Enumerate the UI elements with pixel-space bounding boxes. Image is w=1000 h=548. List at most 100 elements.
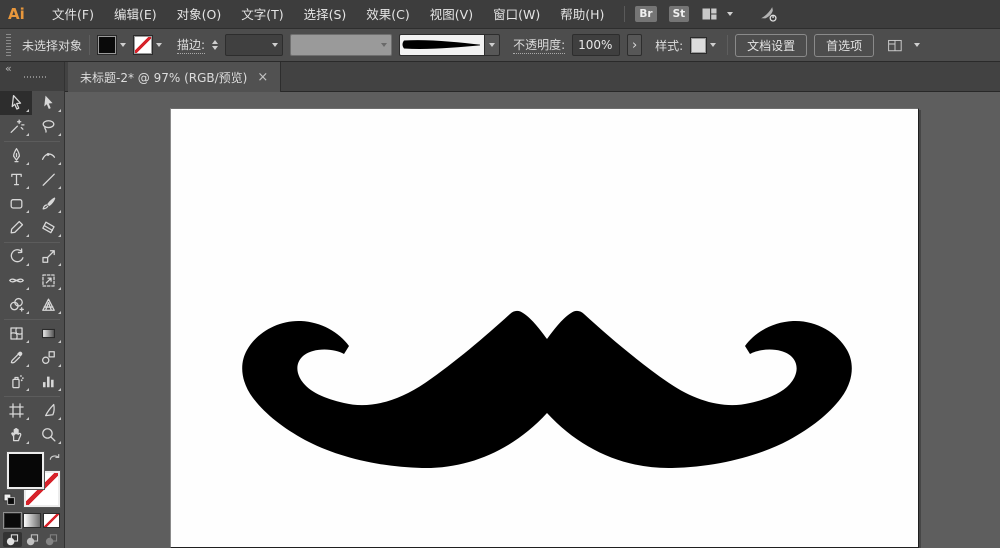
tool-rectangle[interactable]	[0, 192, 32, 216]
tool-column-graph[interactable]	[32, 370, 64, 394]
fill-color-dropdown[interactable]	[97, 35, 126, 55]
mustache-left-half[interactable]	[242, 311, 547, 468]
menu-item-4[interactable]: 选择(S)	[294, 0, 357, 29]
menu-item-5[interactable]: 效果(C)	[356, 0, 419, 29]
eraser-icon	[40, 219, 57, 236]
document-workspace: 未标题-2* @ 97% (RGB/预览) ×	[65, 62, 1000, 548]
stroke-weight-stepper[interactable]	[212, 40, 218, 50]
control-bar: 未选择对象 描边: 不透明度: › 样式: 文档设置 首选项	[0, 29, 1000, 62]
preferences-button[interactable]: 首选项	[814, 34, 874, 57]
canvas-pasteboard[interactable]	[65, 92, 1000, 548]
style-swatch[interactable]	[690, 37, 707, 54]
tool-shape-builder[interactable]	[0, 293, 32, 317]
tool-zoom[interactable]	[32, 423, 64, 447]
zoom-icon	[40, 426, 57, 443]
document-tab-title: 未标题-2* @ 97% (RGB/预览)	[80, 69, 247, 86]
curvature-icon	[40, 147, 57, 164]
draw-normal-button[interactable]	[3, 532, 22, 547]
brush-preview[interactable]	[399, 34, 485, 56]
color-button[interactable]	[4, 513, 21, 528]
tool-pen[interactable]	[0, 144, 32, 168]
tool-eyedropper[interactable]	[0, 346, 32, 370]
tool-curvature[interactable]	[32, 144, 64, 168]
tool-direct-selection[interactable]	[32, 91, 64, 115]
fill-color-indicator[interactable]	[7, 452, 44, 489]
arrange-documents-chevron-down-icon[interactable]	[914, 43, 920, 47]
default-fill-stroke-icon[interactable]	[3, 493, 16, 509]
stroke-weight-dropdown[interactable]	[225, 34, 283, 56]
menu-item-2[interactable]: 对象(O)	[167, 0, 232, 29]
menu-list: 文件(F)编辑(E)对象(O)文字(T)选择(S)效果(C)视图(V)窗口(W)…	[42, 0, 614, 29]
tool-hand[interactable]	[0, 423, 32, 447]
stroke-chevron-down-icon[interactable]	[156, 43, 162, 47]
control-bar-grip[interactable]	[6, 34, 11, 56]
fill-swatch[interactable]	[97, 35, 117, 55]
artboard[interactable]	[170, 108, 919, 548]
tool-gradient[interactable]	[32, 322, 64, 346]
stroke-color-dropdown[interactable]	[133, 35, 162, 55]
scale-icon	[40, 248, 57, 265]
perspective-grid-icon	[40, 296, 57, 313]
brush-definition-dropdown[interactable]	[399, 34, 500, 56]
arrange-documents-icon[interactable]	[887, 38, 903, 53]
draw-behind-button[interactable]	[23, 532, 42, 547]
tool-free-transform[interactable]	[32, 269, 64, 293]
collapse-panel-button[interactable]: «	[5, 62, 12, 75]
stroke-weight-label[interactable]: 描边:	[177, 36, 205, 54]
tool-scale[interactable]	[32, 245, 64, 269]
style-chevron-down-icon[interactable]	[710, 43, 716, 47]
bridge-button[interactable]: Br	[635, 6, 656, 22]
tool-shaper[interactable]	[0, 216, 32, 240]
tool-magic-wand[interactable]	[0, 115, 32, 139]
tool-perspective-grid[interactable]	[32, 293, 64, 317]
menu-bar: Ai 文件(F)编辑(E)对象(O)文字(T)选择(S)效果(C)视图(V)窗口…	[0, 0, 1000, 29]
brush-chevron-button[interactable]	[485, 34, 500, 56]
symbol-sprayer-icon	[8, 373, 25, 390]
mustache-artwork[interactable]	[227, 306, 867, 476]
tool-type[interactable]	[0, 168, 32, 192]
close-tab-icon[interactable]: ×	[257, 70, 268, 85]
mustache-right-half[interactable]	[547, 311, 852, 468]
workspace-switcher-icon[interactable]	[701, 6, 718, 22]
tool-selection[interactable]	[0, 91, 32, 115]
tools-panel: «	[0, 62, 65, 548]
none-button[interactable]	[43, 513, 60, 528]
tool-rotate[interactable]	[0, 245, 32, 269]
tools-panel-grip[interactable]	[24, 76, 46, 78]
tool-symbol-sprayer[interactable]	[0, 370, 32, 394]
illustrator-window: Ai 文件(F)编辑(E)对象(O)文字(T)选择(S)效果(C)视图(V)窗口…	[0, 0, 1000, 548]
document-tab[interactable]: 未标题-2* @ 97% (RGB/预览) ×	[68, 62, 281, 92]
tool-lasso[interactable]	[32, 115, 64, 139]
opacity-input[interactable]	[572, 34, 620, 56]
stock-button[interactable]: St	[669, 6, 690, 22]
fill-chevron-down-icon[interactable]	[120, 43, 126, 47]
stroke-swatch[interactable]	[133, 35, 153, 55]
tool-line-segment[interactable]	[32, 168, 64, 192]
menu-item-1[interactable]: 编辑(E)	[104, 0, 167, 29]
menu-item-8[interactable]: 帮助(H)	[550, 0, 614, 29]
tool-width[interactable]	[0, 269, 32, 293]
draw-inside-button[interactable]	[42, 532, 61, 547]
workspace-chevron-down-icon[interactable]	[727, 12, 733, 16]
stroke-weight-chevron-down-icon[interactable]	[272, 43, 278, 47]
tool-paintbrush[interactable]	[32, 192, 64, 216]
paintbrush-icon	[40, 195, 57, 212]
menu-item-6[interactable]: 视图(V)	[420, 0, 483, 29]
selection-icon	[8, 94, 25, 111]
menu-item-3[interactable]: 文字(T)	[231, 0, 293, 29]
menu-item-0[interactable]: 文件(F)	[42, 0, 104, 29]
swap-fill-stroke-icon[interactable]	[48, 451, 61, 466]
tool-mesh[interactable]	[0, 322, 32, 346]
gpu-performance-icon[interactable]	[759, 5, 778, 23]
gradient-button[interactable]	[23, 513, 40, 528]
tool-eraser[interactable]	[32, 216, 64, 240]
style-dropdown[interactable]	[690, 37, 716, 54]
opacity-label[interactable]: 不透明度:	[513, 36, 565, 54]
slice-icon	[40, 402, 57, 419]
menu-item-7[interactable]: 窗口(W)	[483, 0, 550, 29]
tool-blend[interactable]	[32, 346, 64, 370]
opacity-more-button[interactable]: ›	[627, 34, 642, 56]
tool-artboard[interactable]	[0, 399, 32, 423]
document-setup-button[interactable]: 文档设置	[735, 34, 807, 57]
tool-slice[interactable]	[32, 399, 64, 423]
